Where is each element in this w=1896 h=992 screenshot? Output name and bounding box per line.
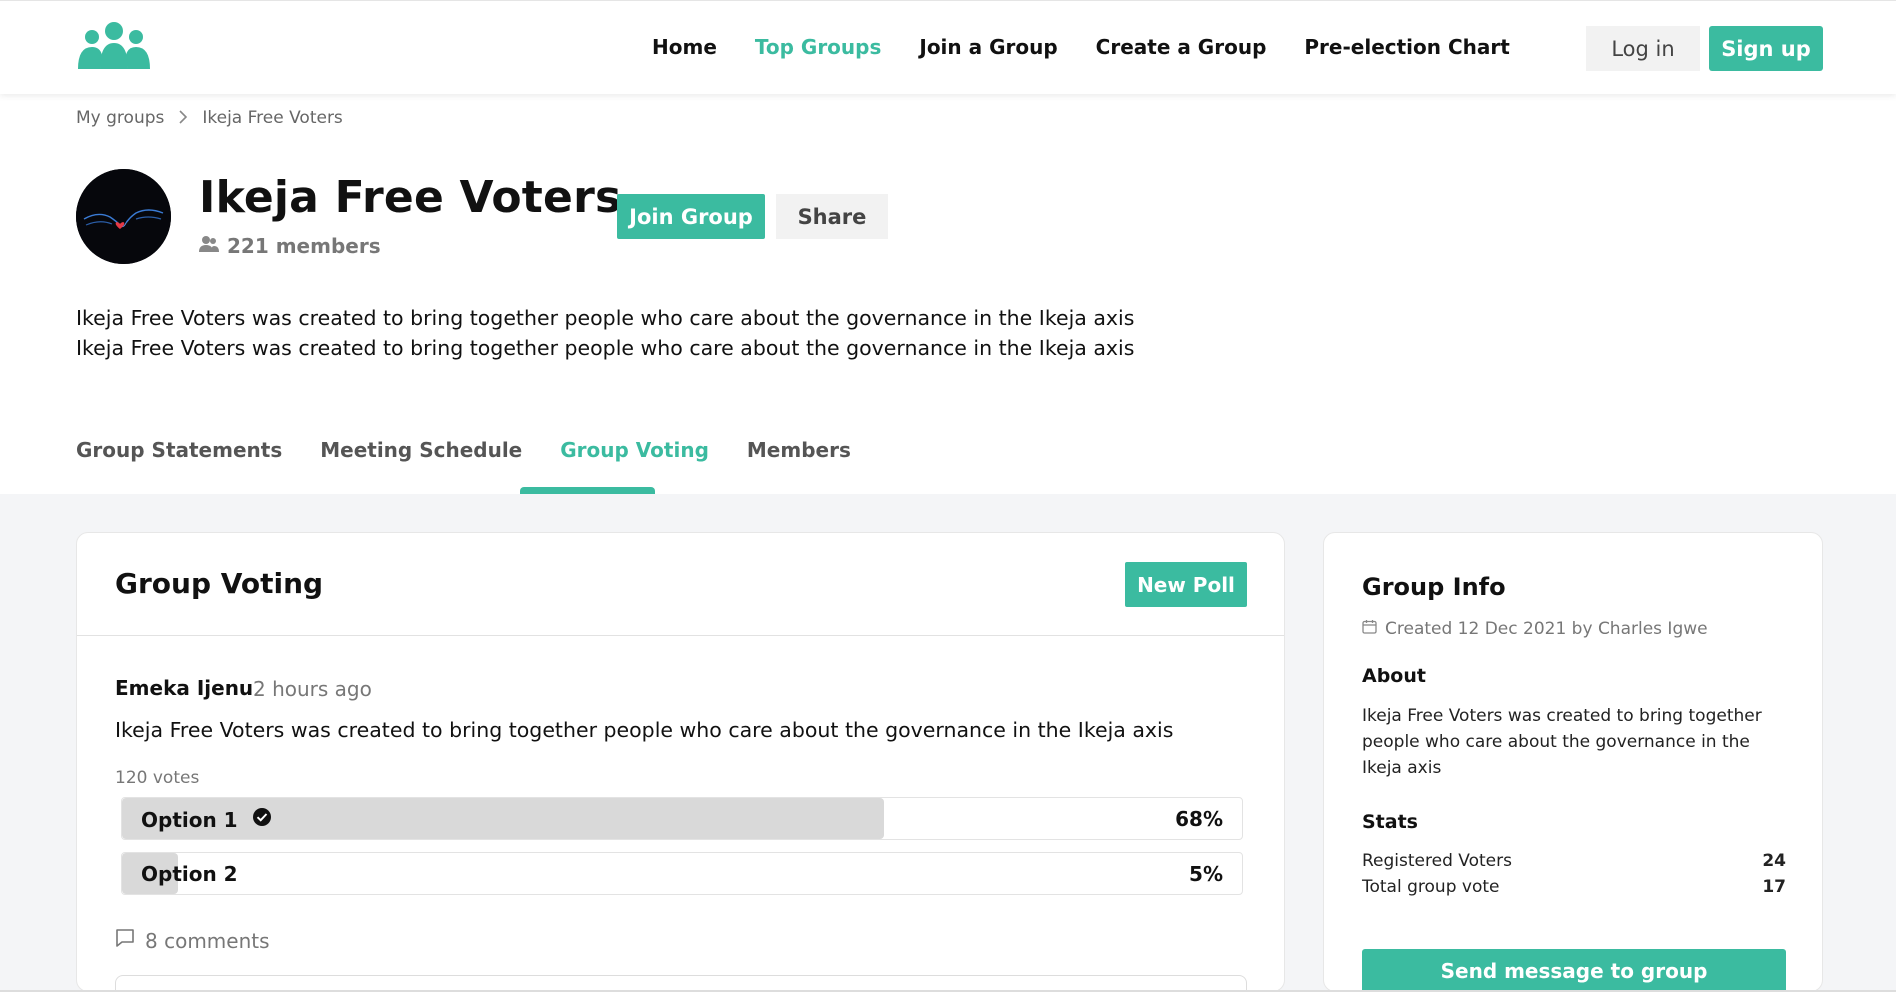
stat-value: 24 xyxy=(1762,851,1786,871)
comments-count: 8 comments xyxy=(145,928,270,953)
option-label: Option 2 xyxy=(141,862,238,886)
send-message-button[interactable]: Send message to group xyxy=(1362,949,1786,992)
top-navbar: Home Top Groups Join a Group Create a Gr… xyxy=(0,0,1896,94)
tab-group-statements[interactable]: Group Statements xyxy=(76,438,282,462)
description-line: Ikeja Free Voters was created to bring t… xyxy=(76,306,1135,330)
active-tab-indicator xyxy=(520,487,655,494)
calendar-icon xyxy=(1362,619,1377,639)
option-label: Option 1 xyxy=(141,807,238,832)
stat-row: Total group vote 17 xyxy=(1362,877,1786,897)
post-time: 2 hours ago xyxy=(253,677,372,701)
group-title: Ikeja Free Voters xyxy=(199,172,622,223)
description-line: Ikeja Free Voters was created to bring t… xyxy=(76,336,1135,360)
vote-count: 120 votes xyxy=(115,768,200,788)
nav-top-groups[interactable]: Top Groups xyxy=(755,35,881,59)
nav-home[interactable]: Home xyxy=(652,35,717,59)
voting-title: Group Voting xyxy=(115,567,324,600)
created-text: Created 12 Dec 2021 by Charles Igwe xyxy=(1385,619,1708,639)
join-group-button[interactable]: Join Group xyxy=(617,194,765,239)
group-tabs: Group Statements Meeting Schedule Group … xyxy=(76,438,889,462)
users-icon xyxy=(199,234,219,258)
chevron-right-icon xyxy=(178,109,188,128)
stat-label: Registered Voters xyxy=(1362,851,1512,871)
signup-button[interactable]: Sign up xyxy=(1709,26,1823,71)
stat-label: Total group vote xyxy=(1362,877,1500,897)
tab-group-voting[interactable]: Group Voting xyxy=(560,438,709,462)
group-logo-icon[interactable] xyxy=(76,21,152,69)
about-heading: About xyxy=(1362,665,1426,687)
option-label-wrap: Option 2 xyxy=(141,862,238,886)
new-poll-button[interactable]: New Poll xyxy=(1125,562,1247,607)
main-nav: Home Top Groups Join a Group Create a Gr… xyxy=(652,35,1548,59)
option-percent: 68% xyxy=(1175,807,1223,831)
check-circle-icon xyxy=(252,807,272,832)
login-button[interactable]: Log in xyxy=(1586,26,1700,71)
breadcrumb-current: Ikeja Free Voters xyxy=(202,108,343,128)
nav-join-group[interactable]: Join a Group xyxy=(919,35,1057,59)
nav-create-group[interactable]: Create a Group xyxy=(1096,35,1267,59)
group-description: Ikeja Free Voters was created to bring t… xyxy=(76,303,1134,363)
about-text: Ikeja Free Voters was created to bring t… xyxy=(1362,706,1762,778)
stat-value: 17 xyxy=(1762,877,1786,897)
comments-link[interactable]: 8 comments xyxy=(115,928,270,953)
poll-option-2[interactable]: Option 2 5% xyxy=(121,852,1243,895)
poll-option-1[interactable]: Option 1 68% xyxy=(121,797,1243,840)
created-line: Created 12 Dec 2021 by Charles Igwe xyxy=(1362,619,1708,639)
tab-members[interactable]: Members xyxy=(747,438,851,462)
breadcrumb-my-groups[interactable]: My groups xyxy=(76,108,164,128)
option-label-wrap: Option 1 xyxy=(141,807,272,832)
tab-meeting-schedule[interactable]: Meeting Schedule xyxy=(320,438,522,462)
poll-question: Ikeja Free Voters was created to bring t… xyxy=(115,718,1174,742)
group-voting-card: Group Voting New Poll Emeka Ijenu 2 hour… xyxy=(76,532,1285,992)
nav-pre-election-chart[interactable]: Pre-election Chart xyxy=(1304,35,1509,59)
divider xyxy=(77,635,1284,636)
info-title: Group Info xyxy=(1362,573,1506,601)
group-info-card: Group Info Created 12 Dec 2021 by Charle… xyxy=(1323,532,1823,992)
members-label: 221 members xyxy=(227,234,381,258)
share-button[interactable]: Share xyxy=(776,194,888,239)
comment-icon xyxy=(115,928,135,953)
post-author[interactable]: Emeka Ijenu xyxy=(115,676,253,700)
group-avatar xyxy=(76,169,171,264)
option-percent: 5% xyxy=(1189,862,1223,886)
stat-row: Registered Voters 24 xyxy=(1362,851,1786,871)
stats-heading: Stats xyxy=(1362,811,1418,833)
breadcrumb: My groups Ikeja Free Voters xyxy=(76,108,343,128)
members-count: 221 members xyxy=(199,234,381,258)
